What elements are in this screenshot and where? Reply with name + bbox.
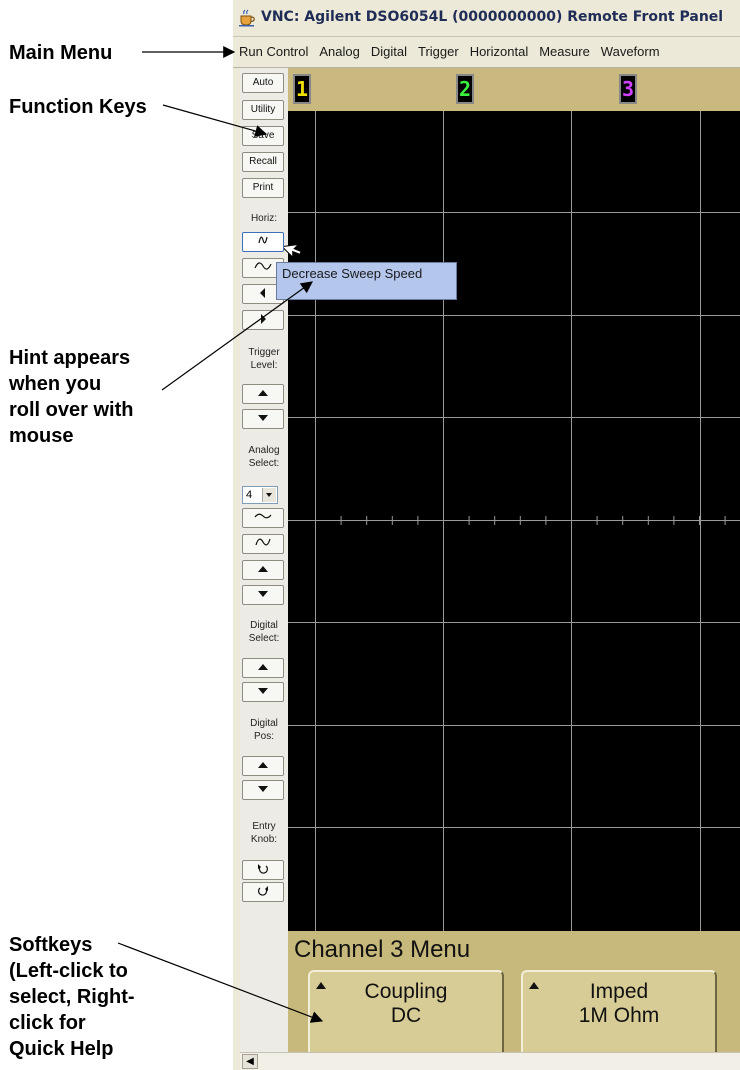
title-bar: VNC: Agilent DSO6054L (0000000000) Remot… — [233, 0, 740, 37]
menu-measure[interactable]: Measure — [533, 37, 595, 67]
callout-function-keys: Function Keys — [9, 96, 147, 118]
callout-main-menu: Main Menu — [9, 42, 113, 64]
entry-knob-label: Entry Knob: — [250, 821, 278, 845]
chevron-down-icon — [262, 488, 276, 502]
triangle-up-icon — [258, 390, 268, 396]
triangle-down-icon — [258, 688, 268, 694]
horizontal-scrollbar[interactable]: ◀ — [240, 1052, 740, 1070]
main-menu: Run Control Analog Digital Trigger Horizonta… — [233, 37, 740, 68]
digital-select-label: Digital Select: — [248, 620, 280, 644]
analog-scale-down-button[interactable] — [242, 508, 284, 528]
trigger-level-up-button[interactable] — [242, 384, 284, 404]
recall-button[interactable]: Recall — [242, 152, 284, 172]
menu-digital[interactable]: Digital — [365, 37, 412, 67]
digital-pos-down-button[interactable] — [242, 780, 284, 800]
callout-hint: Hint appears when you roll over with mou… — [9, 347, 134, 447]
analog-scale-up-button[interactable] — [242, 534, 284, 554]
analog-select-label: Analog Select: — [248, 445, 280, 469]
triangle-up-icon — [529, 982, 539, 989]
java-cup-icon — [239, 9, 255, 27]
channel-2-badge[interactable]: 2 — [456, 74, 474, 104]
scope-display — [288, 111, 740, 931]
triangle-up-icon — [258, 762, 268, 768]
channel-3-badge[interactable]: 3 — [619, 74, 637, 104]
coupling-value: DC — [390, 1004, 422, 1027]
delay-right-button[interactable] — [242, 310, 284, 330]
channel-1-badge[interactable]: 1 — [293, 74, 311, 104]
digital-select-down-button[interactable] — [242, 682, 284, 702]
digital-pos-label: Digital Pos: — [250, 718, 278, 742]
scroll-left-arrow-icon[interactable]: ◀ — [242, 1054, 258, 1069]
horiz-label: Horiz: — [250, 213, 278, 224]
impedance-value: 1M Ohm — [578, 1004, 660, 1027]
scope-grid — [288, 111, 740, 931]
analog-position-down-button[interactable] — [242, 585, 284, 605]
triangle-down-icon — [258, 415, 268, 421]
trigger-level-label: Trigger Level: — [248, 347, 280, 371]
menu-horizontal[interactable]: Horizontal — [464, 37, 534, 67]
triangle-up-icon — [258, 664, 268, 670]
rotate-ccw-icon — [258, 864, 269, 874]
triangle-right-icon — [261, 314, 266, 324]
utility-button[interactable]: Utility — [242, 100, 284, 120]
menu-waveform[interactable]: Waveform — [595, 37, 665, 67]
analog-position-up-button[interactable] — [242, 560, 284, 580]
mouse-pointer-icon — [284, 243, 302, 259]
triangle-left-icon — [260, 288, 265, 298]
triangle-down-icon — [258, 591, 268, 597]
softkey-menu-bar: Channel 3 Menu Coupling DC Imped 1M Ohm — [288, 931, 740, 1060]
menu-trigger[interactable]: Trigger — [412, 37, 464, 67]
triangle-up-icon — [258, 566, 268, 572]
knob-cw-button[interactable] — [242, 882, 284, 902]
coupling-label: Coupling — [364, 980, 448, 1003]
channel-strip: 1 2 3 — [288, 68, 740, 111]
digital-pos-up-button[interactable] — [242, 756, 284, 776]
callout-softkeys: Softkeys (Left-click to select, Right- c… — [9, 934, 135, 1060]
function-key-column: Auto Utility Save Recall Print Horiz: Tr… — [240, 68, 289, 1053]
auto-button[interactable]: Auto — [242, 73, 284, 93]
small-wave-icon — [258, 236, 268, 244]
impedance-label: Imped — [589, 980, 649, 1003]
tall-wave-icon — [255, 538, 271, 546]
analog-select-dropdown[interactable]: 4 — [242, 486, 278, 504]
wide-wave-icon — [254, 513, 272, 519]
vnc-window: VNC: Agilent DSO6054L (0000000000) Remot… — [233, 0, 740, 1070]
rotate-cw-icon — [257, 886, 268, 896]
save-button[interactable]: Save — [242, 126, 284, 146]
triangle-up-icon — [316, 982, 326, 989]
analog-select-value: 4 — [246, 489, 253, 501]
print-button[interactable]: Print — [242, 178, 284, 198]
decrease-sweep-button[interactable] — [242, 232, 284, 252]
menu-run-control[interactable]: Run Control — [233, 37, 313, 67]
menu-analog[interactable]: Analog — [313, 37, 364, 67]
softkey-menu-title: Channel 3 Menu — [294, 936, 471, 963]
trigger-level-down-button[interactable] — [242, 409, 284, 429]
digital-select-up-button[interactable] — [242, 658, 284, 678]
triangle-down-icon — [258, 786, 268, 792]
impedance-softkey[interactable]: Imped 1M Ohm — [521, 970, 717, 1060]
coupling-softkey[interactable]: Coupling DC — [308, 970, 504, 1060]
window-title: VNC: Agilent DSO6054L (0000000000) Remot… — [261, 9, 724, 25]
knob-ccw-button[interactable] — [242, 860, 284, 880]
wide-wave-icon — [254, 262, 272, 270]
